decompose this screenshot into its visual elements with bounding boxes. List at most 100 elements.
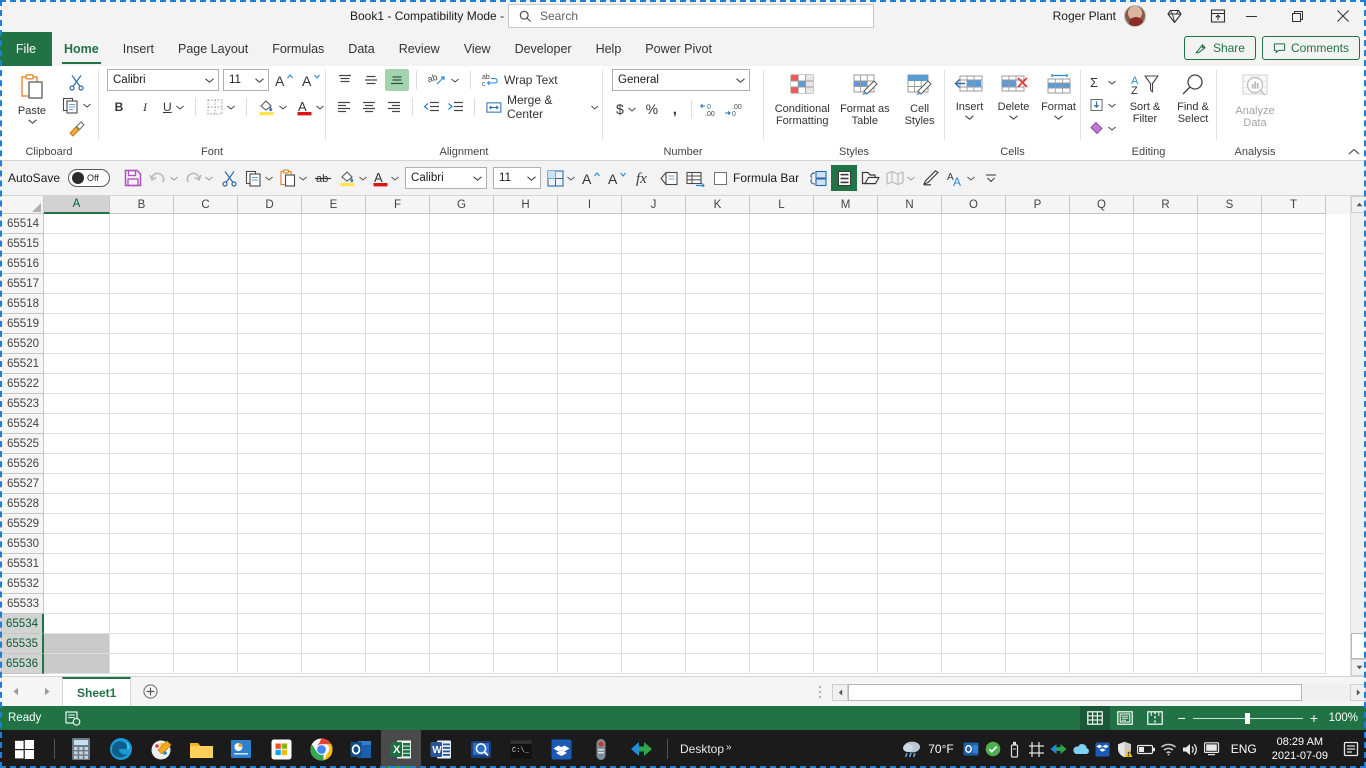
cell-D65529[interactable] (238, 514, 302, 534)
cell-A65525[interactable] (44, 434, 110, 454)
align-middle-button-top[interactable] (359, 69, 383, 91)
cell-K65527[interactable] (686, 474, 750, 494)
align-left-button[interactable] (333, 96, 356, 118)
cell-O65522[interactable] (942, 374, 1006, 394)
desktop-toolbar[interactable]: Desktop » (674, 742, 738, 756)
diamond-icon[interactable] (1152, 0, 1196, 32)
cell-S65525[interactable] (1198, 434, 1262, 454)
borders-icon[interactable] (544, 165, 578, 191)
column-header-K[interactable]: K (686, 196, 750, 214)
column-header-J[interactable]: J (622, 196, 686, 214)
cell-P65515[interactable] (1006, 234, 1070, 254)
cell-S65514[interactable] (1198, 214, 1262, 234)
cell-L65523[interactable] (750, 394, 814, 414)
cell-A65516[interactable] (44, 254, 110, 274)
cell-I65526[interactable] (558, 454, 622, 474)
cell-A65523[interactable] (44, 394, 110, 414)
cell-J65514[interactable] (622, 214, 686, 234)
cell-L65514[interactable] (750, 214, 814, 234)
cell-D65525[interactable] (238, 434, 302, 454)
cell-P65514[interactable] (1006, 214, 1070, 234)
cell-J65517[interactable] (622, 274, 686, 294)
cell-M65514[interactable] (814, 214, 878, 234)
display-icon[interactable] (1202, 730, 1224, 768)
formula-bar-checkbox[interactable]: Formula Bar (708, 171, 805, 185)
cell-H65519[interactable] (494, 314, 558, 334)
collapse-ribbon-button[interactable] (1348, 148, 1360, 156)
cell-J65533[interactable] (622, 594, 686, 614)
cell-B65524[interactable] (110, 414, 174, 434)
align-right-button[interactable] (382, 96, 405, 118)
cell-S65527[interactable] (1198, 474, 1262, 494)
cell-E65525[interactable] (302, 434, 366, 454)
cell-N65524[interactable] (878, 414, 942, 434)
cell-N65517[interactable] (878, 274, 942, 294)
increase-indent-button[interactable] (445, 96, 468, 118)
cell-C65522[interactable] (174, 374, 238, 394)
command-prompt-icon[interactable]: C:\_ (501, 730, 541, 768)
copy-button[interactable] (58, 94, 95, 116)
cell-G65525[interactable] (430, 434, 494, 454)
cell-A65532[interactable] (44, 574, 110, 594)
row-header-65525[interactable]: 65525 (0, 434, 44, 454)
paint-icon[interactable] (141, 730, 181, 768)
cell-E65522[interactable] (302, 374, 366, 394)
scroll-right-button[interactable] (1350, 683, 1366, 701)
cell-R65520[interactable] (1134, 334, 1198, 354)
chrome-icon[interactable] (301, 730, 341, 768)
cell-H65524[interactable] (494, 414, 558, 434)
clear-button[interactable] (1085, 117, 1120, 139)
cell-Q65517[interactable] (1070, 274, 1134, 294)
cell-G65521[interactable] (430, 354, 494, 374)
cell-N65521[interactable] (878, 354, 942, 374)
network-share-icon[interactable] (1026, 730, 1048, 768)
cell-F65531[interactable] (366, 554, 430, 574)
cell-R65517[interactable] (1134, 274, 1198, 294)
cell-G65517[interactable] (430, 274, 494, 294)
cell-T65520[interactable] (1262, 334, 1326, 354)
cell-G65518[interactable] (430, 294, 494, 314)
column-header-C[interactable]: C (174, 196, 238, 214)
cell-G65524[interactable] (430, 414, 494, 434)
cell-F65533[interactable] (366, 594, 430, 614)
cell-T65518[interactable] (1262, 294, 1326, 314)
cell-E65518[interactable] (302, 294, 366, 314)
cell-L65533[interactable] (750, 594, 814, 614)
cell-K65517[interactable] (686, 274, 750, 294)
cell-D65530[interactable] (238, 534, 302, 554)
cell-H65522[interactable] (494, 374, 558, 394)
cell-A65524[interactable] (44, 414, 110, 434)
cell-K65536[interactable] (686, 654, 750, 674)
cell-F65520[interactable] (366, 334, 430, 354)
cell-O65534[interactable] (942, 614, 1006, 634)
cell-H65536[interactable] (494, 654, 558, 674)
cell-A65535[interactable] (44, 634, 110, 654)
cell-P65528[interactable] (1006, 494, 1070, 514)
cell-O65517[interactable] (942, 274, 1006, 294)
cell-Q65531[interactable] (1070, 554, 1134, 574)
cell-M65536[interactable] (814, 654, 878, 674)
cell-C65535[interactable] (174, 634, 238, 654)
cell-S65520[interactable] (1198, 334, 1262, 354)
cell-C65536[interactable] (174, 654, 238, 674)
cell-J65525[interactable] (622, 434, 686, 454)
cell-Q65519[interactable] (1070, 314, 1134, 334)
cell-R65523[interactable] (1134, 394, 1198, 414)
language-indicator[interactable]: ENG (1224, 742, 1264, 756)
cell-R65515[interactable] (1134, 234, 1198, 254)
cell-J65515[interactable] (622, 234, 686, 254)
cell-L65534[interactable] (750, 614, 814, 634)
decrease-indent-button[interactable] (420, 96, 443, 118)
cell-O65535[interactable] (942, 634, 1006, 654)
cell-R65516[interactable] (1134, 254, 1198, 274)
cell-C65517[interactable] (174, 274, 238, 294)
cell-M65519[interactable] (814, 314, 878, 334)
cell-Q65530[interactable] (1070, 534, 1134, 554)
cell-E65532[interactable] (302, 574, 366, 594)
weather-widget[interactable]: 70°F (901, 739, 959, 759)
cell-H65521[interactable] (494, 354, 558, 374)
cell-L65535[interactable] (750, 634, 814, 654)
wifi-icon[interactable] (1158, 730, 1180, 768)
borders-button[interactable] (203, 96, 239, 118)
row-header-65519[interactable]: 65519 (0, 314, 44, 334)
